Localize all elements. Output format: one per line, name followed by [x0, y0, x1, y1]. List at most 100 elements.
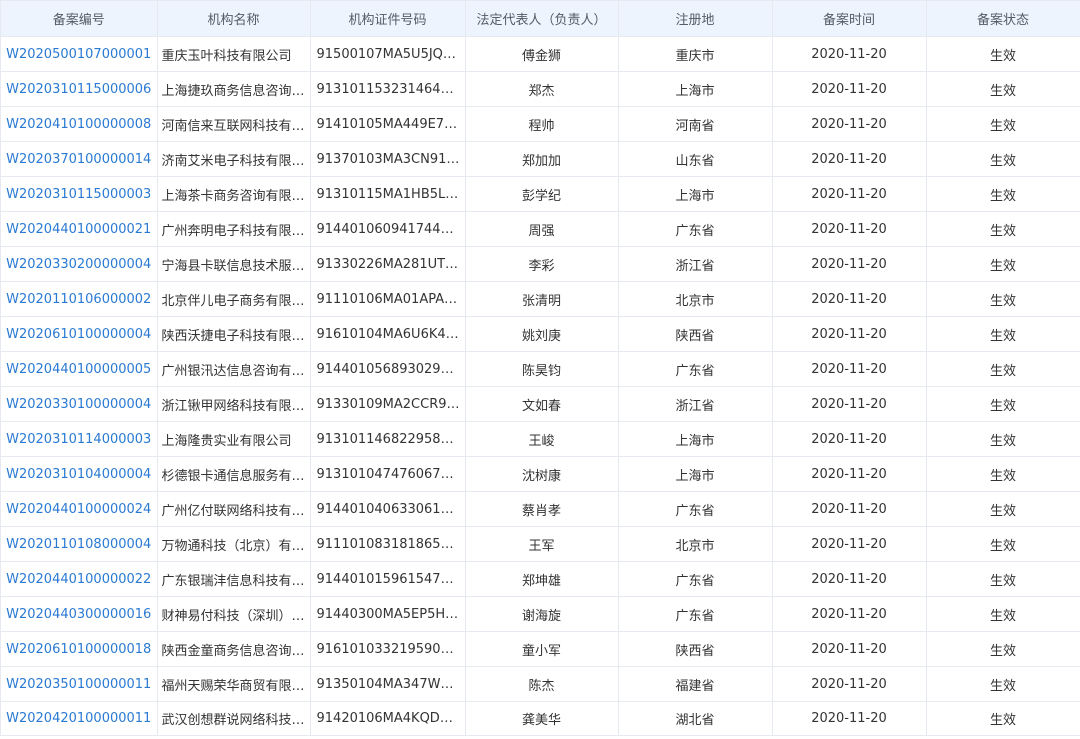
certificate-number: 91440105689302980A: [310, 351, 466, 387]
record-status: 生效: [926, 421, 1080, 457]
record-status: 生效: [926, 491, 1080, 527]
record-number-link[interactable]: W2020350100000011: [1, 666, 158, 702]
legal-representative: 龚美华: [465, 701, 619, 736]
record-number-link[interactable]: W2020310115000003: [1, 176, 158, 212]
table-row: W2020440100000005 广州银汛达信息咨询有限... 914401056…: [1, 351, 1080, 387]
registration-place: 河南省: [618, 106, 773, 142]
record-date: 2020-11-20: [772, 596, 927, 632]
legal-representative: 张清明: [465, 281, 619, 317]
legal-representative: 郑坤雄: [465, 561, 619, 597]
record-number-link[interactable]: W2020500107000001: [1, 36, 158, 72]
institution-name: 广东银瑞沣信息科技有限...: [157, 561, 311, 597]
record-status: 生效: [926, 631, 1080, 667]
certificate-number: 91440101596154771B: [310, 561, 466, 597]
table-row: W2020610100000018 陕西金童商务信息咨询有... 916101033…: [1, 631, 1080, 667]
column-header-record-date[interactable]: 备案时间: [772, 0, 927, 37]
column-header-legal-representative[interactable]: 法定代表人（负责人）: [465, 0, 619, 37]
record-number-link[interactable]: W2020370100000014: [1, 141, 158, 177]
record-number-link[interactable]: W2020330100000004: [1, 386, 158, 422]
institution-name: 宁海县卡联信息技术服务...: [157, 246, 311, 282]
registration-place: 湖北省: [618, 701, 773, 736]
record-status: 生效: [926, 386, 1080, 422]
record-date: 2020-11-20: [772, 526, 927, 562]
certificate-number: 91310115323146426R: [310, 71, 466, 107]
table-row: W2020500107000001 重庆玉叶科技有限公司 91500107MA5U5…: [1, 36, 1080, 72]
record-date: 2020-11-20: [772, 561, 927, 597]
record-status: 生效: [926, 351, 1080, 387]
record-date: 2020-11-20: [772, 666, 927, 702]
record-date: 2020-11-20: [772, 281, 927, 317]
record-number-link[interactable]: W2020610100000018: [1, 631, 158, 667]
record-number-link[interactable]: W2020310104000004: [1, 456, 158, 492]
legal-representative: 童小军: [465, 631, 619, 667]
record-number-link[interactable]: W2020110108000004: [1, 526, 158, 562]
record-status: 生效: [926, 281, 1080, 317]
record-date: 2020-11-20: [772, 386, 927, 422]
table-row: W2020330100000004 浙江锹甲网络科技有限公... 91330109M…: [1, 386, 1080, 422]
record-status: 生效: [926, 316, 1080, 352]
table-row: W2020440100000024 广州亿付联网络科技有限... 914401040…: [1, 491, 1080, 527]
record-number-link[interactable]: W2020440300000016: [1, 596, 158, 632]
registration-place: 上海市: [618, 456, 773, 492]
record-status: 生效: [926, 456, 1080, 492]
record-number-link[interactable]: W2020110106000002: [1, 281, 158, 317]
certificate-number: 91310114682295837G: [310, 421, 466, 457]
certificate-number: 91110108318186554N: [310, 526, 466, 562]
record-number-link[interactable]: W2020420100000011: [1, 701, 158, 736]
table-row: W2020440300000016 财神易付科技（深圳）有... 91440300M…: [1, 596, 1080, 632]
record-number-link[interactable]: W2020440100000022: [1, 561, 158, 597]
record-date: 2020-11-20: [772, 141, 927, 177]
certificate-number: 91420106MA4KQDGH...: [310, 701, 466, 736]
certificate-number: 91310115MA1HB5LG2F: [310, 176, 466, 212]
record-number-link[interactable]: W2020310115000006: [1, 71, 158, 107]
registration-place: 广东省: [618, 351, 773, 387]
table-row: W2020440100000021 广州奔明电子科技有限公... 914401060…: [1, 211, 1080, 247]
record-number-link[interactable]: W2020330200000004: [1, 246, 158, 282]
record-status: 生效: [926, 36, 1080, 72]
record-number-link[interactable]: W2020440100000021: [1, 211, 158, 247]
record-date: 2020-11-20: [772, 351, 927, 387]
certificate-number: 914401060941744733: [310, 211, 466, 247]
legal-representative: 王军: [465, 526, 619, 562]
column-header-certificate-number[interactable]: 机构证件号码: [310, 0, 466, 37]
header-row: 备案编号 机构名称 机构证件号码 法定代表人（负责人） 注册地 备案时间 备案状…: [1, 0, 1080, 37]
record-number-link[interactable]: W2020440100000024: [1, 491, 158, 527]
certificate-number: 91330226MA281UTR0G: [310, 246, 466, 282]
registration-place: 北京市: [618, 526, 773, 562]
legal-representative: 傅金狮: [465, 36, 619, 72]
registration-table-container: 备案编号 机构名称 机构证件号码 法定代表人（负责人） 注册地 备案时间 备案状…: [0, 0, 1080, 736]
record-date: 2020-11-20: [772, 246, 927, 282]
record-number-link[interactable]: W2020410100000008: [1, 106, 158, 142]
registration-place: 广东省: [618, 211, 773, 247]
record-status: 生效: [926, 526, 1080, 562]
record-number-link[interactable]: W2020440100000005: [1, 351, 158, 387]
record-status: 生效: [926, 561, 1080, 597]
table-row: W2020440100000022 广东银瑞沣信息科技有限... 914401015…: [1, 561, 1080, 597]
table-row: W2020610100000004 陕西沃捷电子科技有限公... 91610104M…: [1, 316, 1080, 352]
column-header-record-number[interactable]: 备案编号: [1, 0, 158, 37]
legal-representative: 李彩: [465, 246, 619, 282]
institution-name: 杉德银卡通信息服务有限...: [157, 456, 311, 492]
institution-name: 广州银汛达信息咨询有限...: [157, 351, 311, 387]
column-header-record-status[interactable]: 备案状态: [926, 0, 1080, 37]
table-row: W2020330200000004 宁海县卡联信息技术服务... 91330226M…: [1, 246, 1080, 282]
table-row: W2020310114000003 上海隆贵实业有限公司 9131011468229…: [1, 421, 1080, 457]
record-number-link[interactable]: W2020610100000004: [1, 316, 158, 352]
legal-representative: 谢海旋: [465, 596, 619, 632]
legal-representative: 陈昊钧: [465, 351, 619, 387]
institution-name: 上海茶卡商务咨询有限公...: [157, 176, 311, 212]
registration-place: 广东省: [618, 596, 773, 632]
legal-representative: 王峻: [465, 421, 619, 457]
certificate-number: 91310104747606799M: [310, 456, 466, 492]
column-header-institution-name[interactable]: 机构名称: [157, 0, 311, 37]
table-header: 备案编号 机构名称 机构证件号码 法定代表人（负责人） 注册地 备案时间 备案状…: [1, 0, 1080, 37]
institution-name: 财神易付科技（深圳）有...: [157, 596, 311, 632]
record-number-link[interactable]: W2020310114000003: [1, 421, 158, 457]
record-status: 生效: [926, 666, 1080, 702]
record-date: 2020-11-20: [772, 211, 927, 247]
column-header-registration-place[interactable]: 注册地: [618, 0, 773, 37]
table-row: W2020310115000006 上海捷玖商务信息咨询有... 913101153…: [1, 71, 1080, 107]
registration-place: 广东省: [618, 561, 773, 597]
registration-place: 浙江省: [618, 386, 773, 422]
record-date: 2020-11-20: [772, 421, 927, 457]
